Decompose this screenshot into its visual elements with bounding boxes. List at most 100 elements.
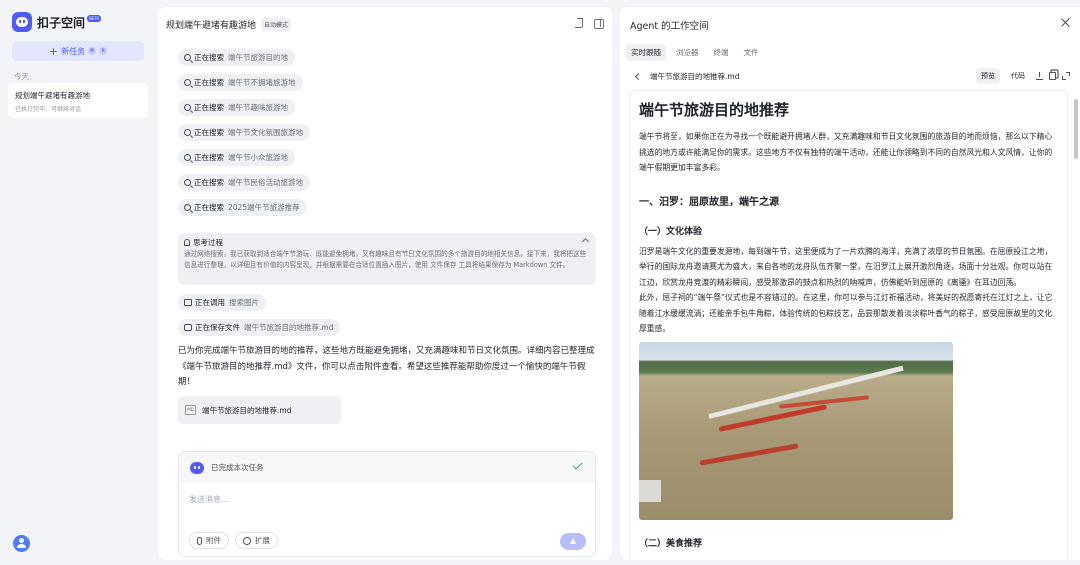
tab-live-follow[interactable]: 实时跟随 bbox=[626, 44, 666, 61]
step-chip-save[interactable]: 正在保存文件 端午节旅游目的地推荐.md bbox=[178, 319, 341, 336]
share-icon[interactable] bbox=[575, 18, 583, 28]
doc-heading-3: （二）美食推荐 bbox=[639, 538, 703, 549]
preview-button[interactable]: 预览 bbox=[976, 68, 1000, 84]
beta-badge: BETA bbox=[87, 14, 102, 22]
history-item[interactable]: 规划端午避堵有趣游地 已执行完毕，可继续对话 bbox=[8, 83, 148, 118]
step-action: 正在搜索 bbox=[194, 53, 224, 62]
step-detail: 端午节小众旅游地 bbox=[228, 153, 288, 162]
photo-boat bbox=[699, 442, 799, 466]
document-content: 端午节旅游目的地推荐 端午节将至，如果你正在为寻找一个既能避开拥堵人群，又充满趣… bbox=[639, 91, 1059, 556]
file-toolbar: 端午节旅游目的地推荐.md 预览 代码 bbox=[630, 67, 1076, 85]
thinking-body: 通过网络搜索，我已获取到适合端午节游玩、既能避免拥堵，又有趣味且有节日文化氛围的… bbox=[184, 250, 587, 269]
folder-icon bbox=[184, 324, 192, 331]
search-icon bbox=[184, 204, 191, 211]
brand-logo[interactable]: 扣子空间 BETA bbox=[12, 12, 102, 32]
thinking-title: 思考过程 bbox=[193, 238, 223, 247]
search-icon bbox=[184, 179, 191, 186]
send-button[interactable] bbox=[560, 533, 586, 550]
step-action: 正在搜索 bbox=[194, 78, 224, 87]
step-detail: 端午节趣味旅游地 bbox=[228, 103, 288, 112]
attach-label: 附件 bbox=[206, 536, 221, 545]
step-action: 正在搜索 bbox=[194, 203, 224, 212]
download-icon[interactable] bbox=[1036, 72, 1043, 80]
history-item-subtitle: 已执行完毕，可继续对话 bbox=[15, 106, 82, 113]
search-icon bbox=[184, 54, 191, 61]
step-chip[interactable]: 正在搜索 端午节民俗活动旅游地 bbox=[178, 174, 310, 191]
search-icon bbox=[184, 129, 191, 136]
step-action: 正在调用 bbox=[195, 298, 225, 307]
brand-name: 扣子空间 bbox=[37, 15, 86, 30]
agent-workspace: Agent 的工作空间 实时跟随 浏览器 终端 文件 端午节旅游目的地推荐.md… bbox=[620, 7, 1080, 560]
new-task-label: 新任务 bbox=[61, 46, 86, 56]
task-status-bar: 已完成本次任务 bbox=[179, 452, 595, 483]
attachment-name: 端午节旅游目的地推荐.md bbox=[202, 405, 292, 415]
message-composer: 已完成本次任务 附件 扩展 bbox=[178, 451, 596, 557]
search-icon bbox=[184, 154, 191, 161]
file-path: 端午节旅游目的地推荐.md bbox=[650, 71, 740, 81]
bulb-icon bbox=[184, 239, 190, 246]
attach-button[interactable]: 附件 bbox=[189, 532, 229, 549]
message-input[interactable] bbox=[189, 495, 489, 504]
mode-badge[interactable]: 自动模式 bbox=[261, 18, 292, 31]
tab-terminal[interactable]: 终端 bbox=[709, 44, 734, 61]
step-chip[interactable]: 正在搜索 端午节旅游目的地 bbox=[178, 49, 295, 66]
step-chip[interactable]: 正在搜索 2025端午节旅游推荐 bbox=[178, 199, 307, 216]
doc-paragraph: 汨罗是端午文化的重要发源地，每到端午节，这里便成为了一片欢腾的海洋，充满了浓厚的… bbox=[639, 246, 1053, 287]
agent-avatar-icon bbox=[190, 461, 204, 474]
step-detail: 2025端午节旅游推荐 bbox=[228, 203, 300, 212]
step-chip-image[interactable]: 正在调用 搜索图片 bbox=[178, 294, 266, 311]
assistant-answer: 已为你完成端午节旅游目的地的推荐，这些地方既能避免拥堵，又充满趣味和节日文化氛围… bbox=[178, 346, 595, 387]
step-action: 正在搜索 bbox=[194, 153, 224, 162]
expand-button[interactable]: 扩展 bbox=[235, 532, 278, 549]
task-status-text: 已完成本次任务 bbox=[211, 463, 264, 472]
chat-title: 规划端午避堵有趣游地 bbox=[166, 21, 257, 31]
logo-icon bbox=[12, 12, 32, 32]
image-icon bbox=[184, 299, 192, 306]
new-task-button[interactable]: + 新任务 ⌘ K bbox=[12, 41, 144, 61]
step-detail: 端午节不拥堵旅游地 bbox=[228, 78, 296, 87]
copy-icon[interactable] bbox=[1049, 72, 1056, 80]
doc-heading-1: 端午节旅游目的地推荐 bbox=[639, 101, 790, 119]
tab-browser[interactable]: 浏览器 bbox=[671, 44, 704, 61]
doc-heading-3: （一）文化体验 bbox=[639, 226, 703, 237]
sidebar: 扣子空间 BETA + 新任务 ⌘ K 今天 规划端午避堵有趣游地 已执行完毕，… bbox=[0, 0, 156, 565]
plus-icon: + bbox=[48, 44, 59, 58]
step-chip[interactable]: 正在搜索 端午节文化氛围旅游地 bbox=[178, 124, 310, 141]
step-list: 正在搜索 端午节旅游目的地 正在搜索 端午节不拥堵旅游地 正在搜索 端午节趣味旅游地 … bbox=[178, 49, 310, 224]
user-avatar[interactable] bbox=[13, 535, 30, 552]
close-icon[interactable] bbox=[1061, 18, 1070, 27]
toggle-panel-icon[interactable] bbox=[594, 19, 604, 29]
shortcut-key-cmd: ⌘ bbox=[88, 47, 97, 55]
fullscreen-icon[interactable] bbox=[1062, 72, 1070, 80]
document-scrollbar[interactable] bbox=[1074, 99, 1078, 159]
step-detail: 端午节旅游目的地推荐.md bbox=[244, 323, 334, 332]
step-chip[interactable]: 正在搜索 端午节不拥堵旅游地 bbox=[178, 74, 303, 91]
doc-paragraph: 此外，屈子祠的“端午祭”仪式也是不容错过的。在这里，你可以参与江灯祈福活动，将美… bbox=[639, 293, 1053, 333]
thinking-header: 思考过程 bbox=[184, 237, 590, 248]
section-today-label: 今天 bbox=[14, 72, 29, 81]
document-viewer[interactable]: 端午节旅游目的地推荐 端午节将至，如果你正在为寻找一个既能避开拥堵人群，又充满趣… bbox=[629, 90, 1068, 560]
attachment-card[interactable]: MD 端午节旅游目的地推荐.md bbox=[178, 396, 341, 424]
file-actions: 预览 代码 bbox=[976, 68, 1070, 84]
tab-files[interactable]: 文件 bbox=[739, 44, 764, 61]
photo-pier bbox=[639, 479, 661, 502]
markdown-file-icon: MD bbox=[185, 405, 196, 415]
search-icon bbox=[184, 79, 191, 86]
code-button[interactable]: 代码 bbox=[1006, 68, 1030, 84]
workspace-title: Agent 的工作空间 bbox=[630, 21, 709, 32]
shortcut-key-k: K bbox=[99, 47, 108, 55]
step-detail: 搜索图片 bbox=[229, 298, 259, 307]
thinking-panel[interactable]: 思考过程 通过网络搜索，我已获取到适合端午节游玩、既能避免拥堵，又有趣味且有节日… bbox=[178, 233, 596, 285]
dragon-boat-photo bbox=[639, 341, 953, 520]
chat-header-actions bbox=[575, 18, 604, 29]
step-detail: 端午节民俗活动旅游地 bbox=[228, 178, 303, 187]
search-icon bbox=[184, 104, 191, 111]
step-action: 正在搜索 bbox=[194, 128, 224, 137]
step-chip[interactable]: 正在搜索 端午节小众旅游地 bbox=[178, 149, 295, 166]
chat-header: 规划端午避堵有趣游地 自动模式 bbox=[166, 18, 292, 31]
chat-panel: 规划端午避堵有趣游地 自动模式 正在搜索 端午节旅游目的地 正在搜索 端午节不拥堵旅… bbox=[158, 7, 612, 560]
back-chevron-icon[interactable] bbox=[634, 72, 643, 80]
step-chip[interactable]: 正在搜索 端午节趣味旅游地 bbox=[178, 99, 295, 116]
check-icon bbox=[572, 459, 583, 470]
expand-icon bbox=[243, 536, 251, 545]
